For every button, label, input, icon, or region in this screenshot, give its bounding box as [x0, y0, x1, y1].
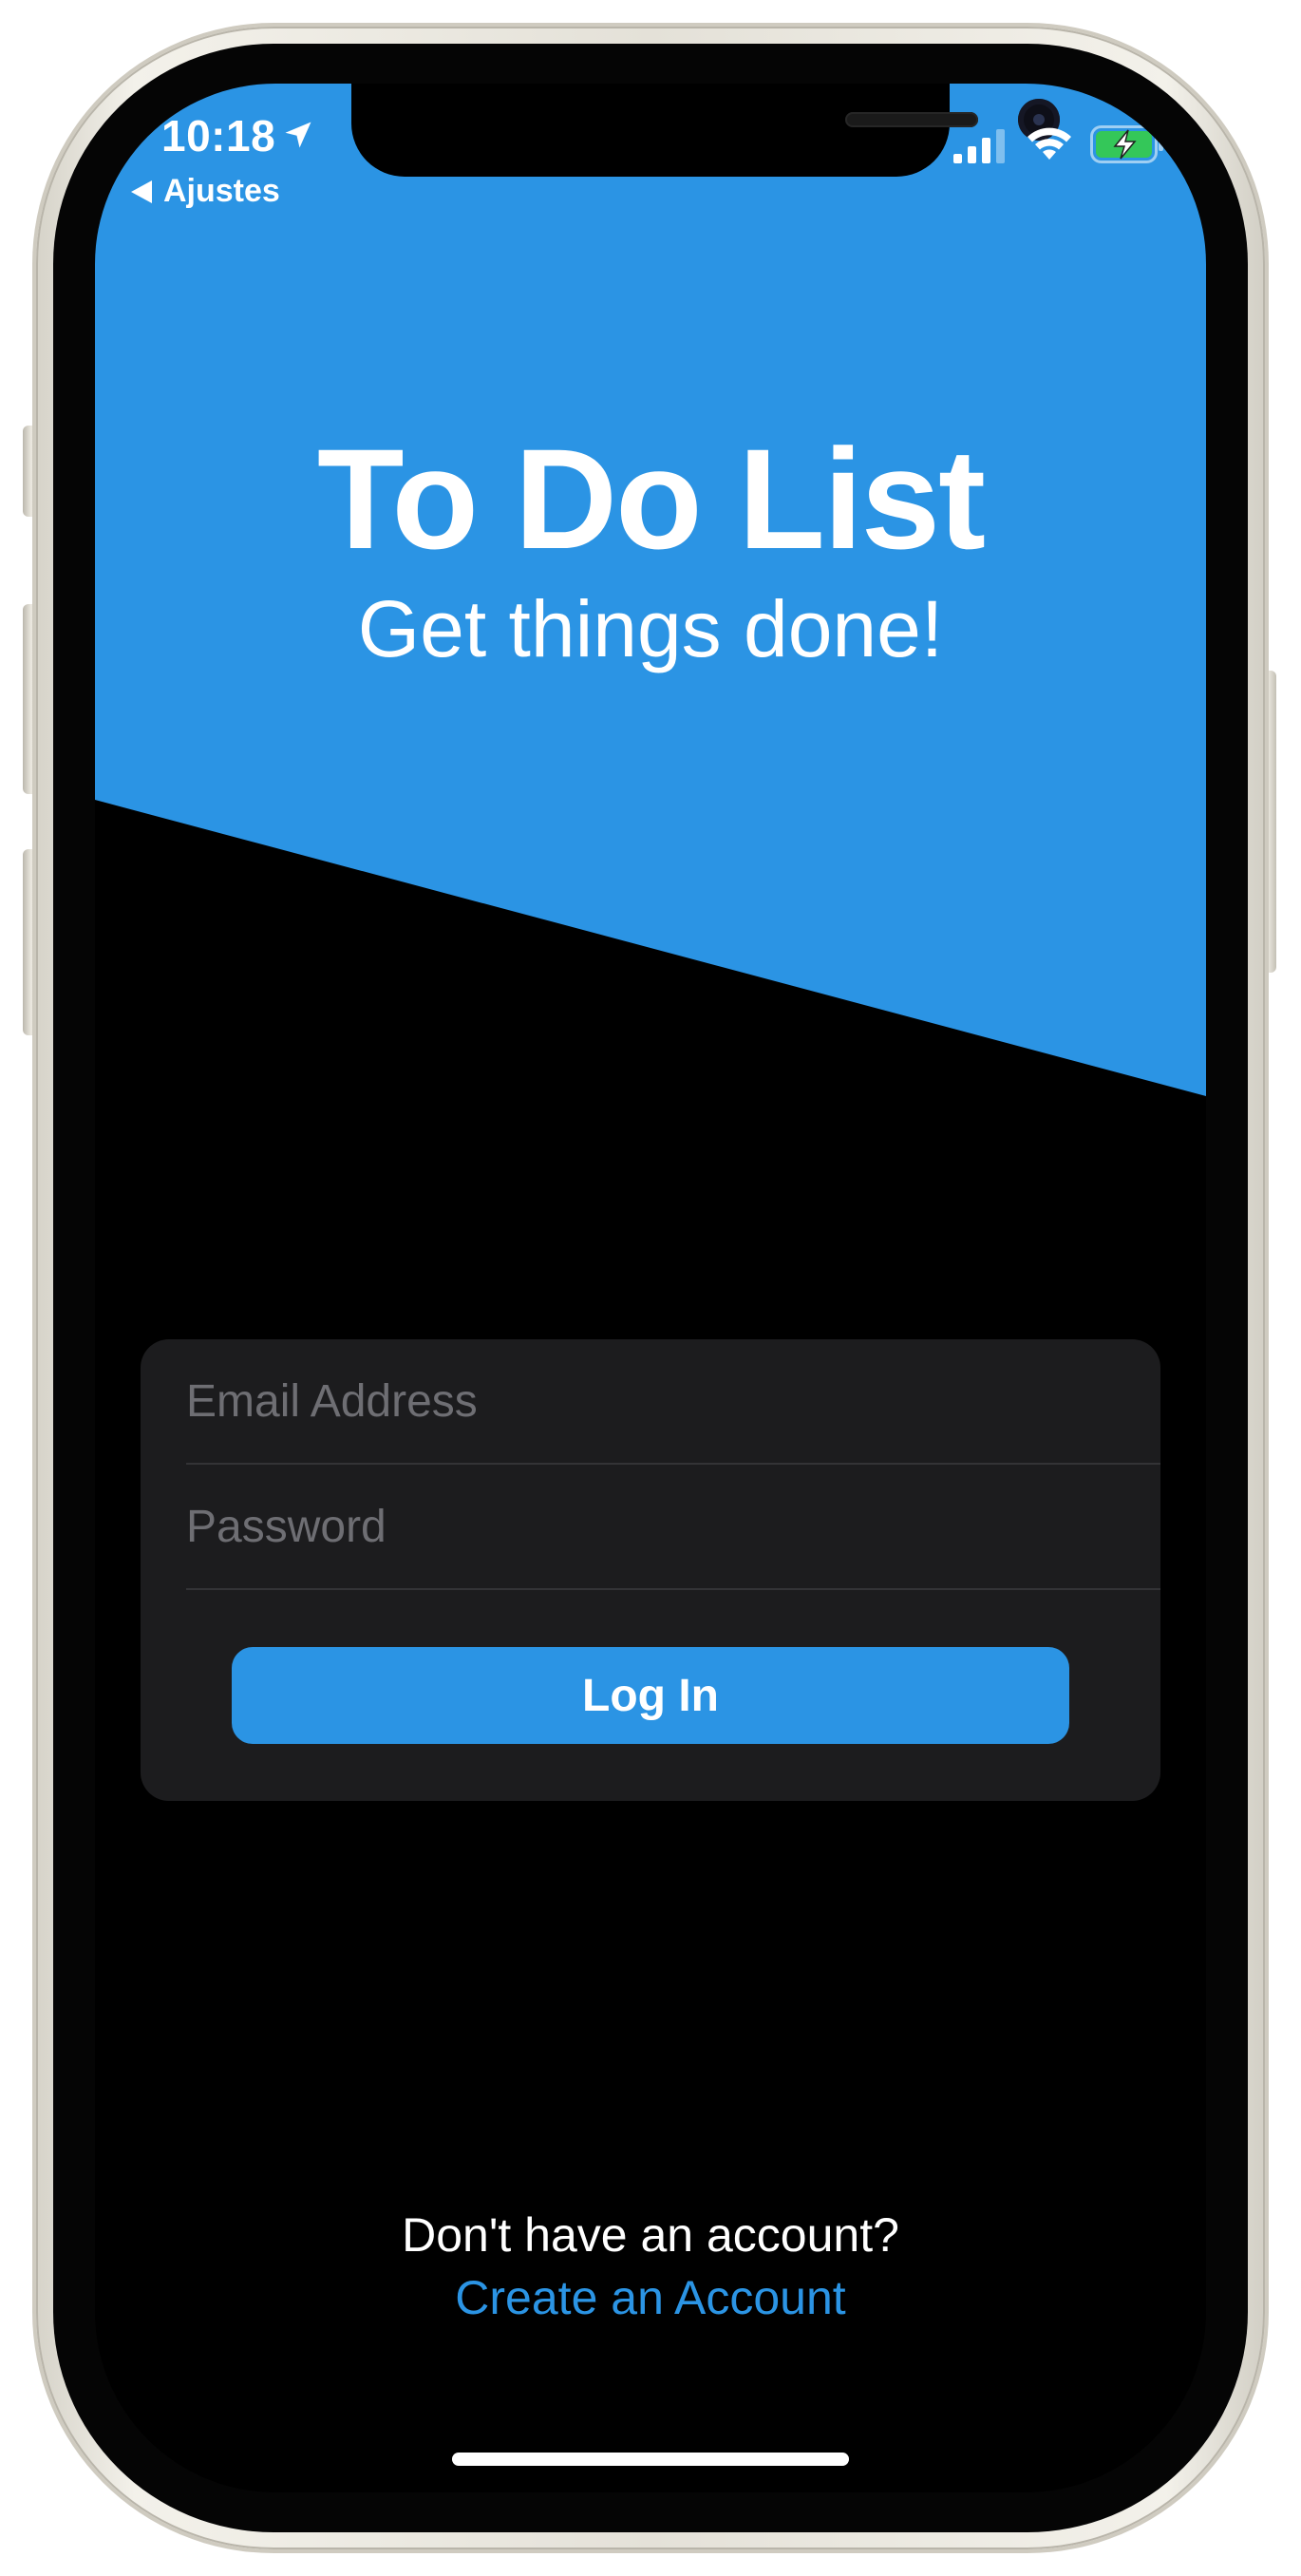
notch	[351, 84, 1060, 177]
status-time: 10:18	[161, 111, 276, 161]
no-account-prompt: Don't have an account?	[402, 2208, 899, 2262]
back-to-settings-link[interactable]: Ajustes	[131, 173, 280, 210]
app-screen: 10:18 Ajustes To Do List Get things done…	[95, 84, 1206, 2492]
wifi-icon	[1028, 127, 1071, 160]
app-subtitle: Get things done!	[357, 584, 944, 673]
log-in-button[interactable]: Log In	[232, 1647, 1069, 1744]
back-triangle-icon	[131, 180, 152, 203]
cellular-signal-icon	[953, 129, 1005, 163]
back-label: Ajustes	[163, 173, 280, 209]
battery-charging-icon	[1090, 125, 1163, 163]
password-field[interactable]	[186, 1465, 1160, 1588]
home-indicator[interactable]	[452, 2453, 849, 2466]
password-field-row	[186, 1465, 1160, 1590]
login-form-card: Log In	[141, 1339, 1160, 1801]
log-in-button-label: Log In	[582, 1670, 719, 1721]
email-field[interactable]	[186, 1339, 1160, 1463]
app-title: To Do List	[316, 419, 986, 578]
device-mockup: 10:18 Ajustes To Do List Get things done…	[0, 0, 1301, 2576]
earpiece-speaker	[845, 112, 978, 127]
create-account-link[interactable]: Create an Account	[95, 2270, 1206, 2325]
email-field-row	[186, 1339, 1160, 1465]
location-arrow-icon	[285, 122, 311, 148]
